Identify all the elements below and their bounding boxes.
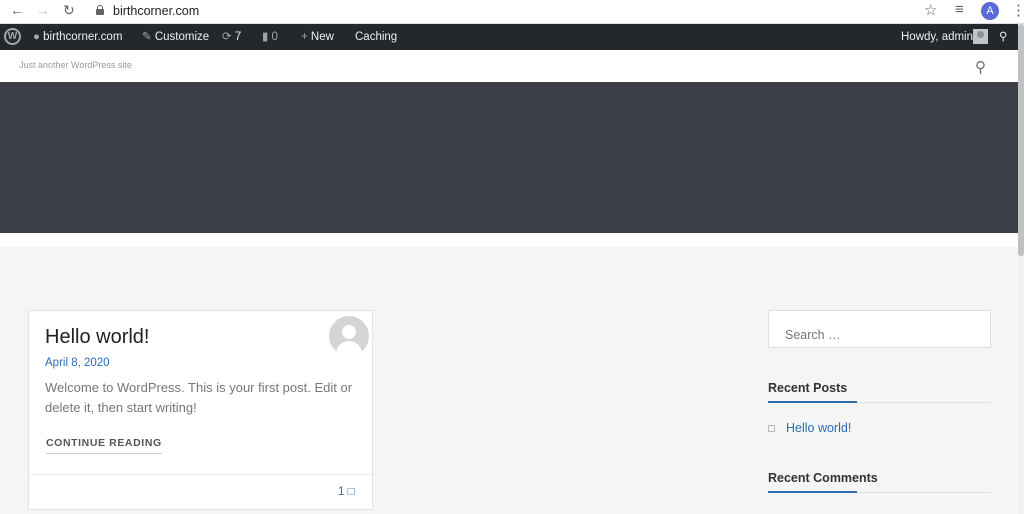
wp-admin-bar: W ● birthcorner.com ✎ Customize ⟳ 7 ▮ 0 … bbox=[0, 24, 1024, 50]
recent-comments-underline bbox=[768, 491, 991, 493]
admin-greeting[interactable]: Howdy, admin bbox=[901, 24, 973, 50]
reload-icon[interactable]: ↻ bbox=[63, 2, 75, 19]
admin-bar-comments[interactable]: ▮ 0 bbox=[262, 24, 278, 50]
scrollbar-thumb[interactable] bbox=[1018, 24, 1024, 256]
address-bar[interactable]: birthcorner.com bbox=[113, 4, 199, 18]
comment-icon: ▮ bbox=[262, 31, 269, 43]
customize-label: Customize bbox=[154, 31, 210, 43]
post-excerpt: Welcome to WordPress. This is your first… bbox=[45, 380, 353, 415]
post-date[interactable]: April 8, 2020 bbox=[45, 357, 110, 369]
updates-count: 7 bbox=[234, 31, 242, 43]
browser-toolbar: ← → ↻ birthcorner.com ☆ ≡ A ⋮ bbox=[0, 0, 1024, 24]
page-scrollbar[interactable] bbox=[1018, 24, 1024, 514]
recent-comments-title: Recent Comments bbox=[768, 471, 878, 485]
bullet-icon bbox=[768, 425, 775, 433]
admin-avatar[interactable] bbox=[973, 29, 988, 44]
back-icon[interactable]: ← bbox=[10, 2, 24, 18]
sidebar-search-input[interactable] bbox=[768, 310, 991, 348]
admin-search-icon[interactable]: ⚲ bbox=[999, 24, 1007, 50]
plus-icon: + bbox=[301, 31, 308, 43]
card-divider bbox=[29, 474, 372, 475]
recent-posts-title: Recent Posts bbox=[768, 381, 848, 395]
search-icon[interactable]: ⚲ bbox=[975, 58, 986, 76]
hero-banner bbox=[0, 82, 1024, 233]
profile-avatar[interactable]: A bbox=[981, 2, 999, 20]
admin-bar-customize[interactable]: ✎ Customize bbox=[142, 24, 209, 50]
recent-post-item[interactable]: Hello world! bbox=[768, 421, 851, 435]
admin-bar-new[interactable]: + New bbox=[301, 24, 334, 50]
wordpress-logo-icon[interactable]: W bbox=[4, 28, 21, 45]
site-header: Just another WordPress site ⚲ bbox=[0, 50, 1024, 82]
lock-icon bbox=[96, 5, 104, 15]
hero-divider bbox=[0, 233, 1020, 247]
site-name: birthcorner.com bbox=[43, 31, 123, 43]
comments-count: 0 bbox=[271, 31, 278, 43]
star-icon[interactable]: ☆ bbox=[924, 1, 937, 19]
media-control-icon[interactable]: ≡ bbox=[955, 1, 964, 18]
recent-posts-underline bbox=[768, 401, 991, 403]
brush-icon: ✎ bbox=[142, 31, 152, 43]
updates-icon: ⟳ bbox=[222, 31, 232, 43]
site-tagline: Just another WordPress site bbox=[19, 60, 132, 70]
dashboard-icon: ● bbox=[33, 31, 40, 43]
admin-bar-caching[interactable]: Caching bbox=[355, 24, 397, 50]
continue-reading-link[interactable]: CONTINUE READING bbox=[46, 437, 162, 454]
recent-post-link[interactable]: Hello world! bbox=[786, 421, 851, 435]
browser-menu-icon[interactable]: ⋮ bbox=[1011, 1, 1024, 19]
post-card: Hello world! April 8, 2020 Welcome to Wo… bbox=[28, 310, 373, 510]
new-label: New bbox=[310, 31, 334, 43]
forward-icon[interactable]: → bbox=[36, 2, 50, 18]
admin-bar-site[interactable]: ● birthcorner.com bbox=[33, 24, 122, 50]
post-comments-link[interactable]: 1 □ bbox=[338, 486, 355, 498]
author-avatar bbox=[329, 316, 369, 356]
post-title[interactable]: Hello world! bbox=[45, 326, 149, 349]
admin-bar-updates[interactable]: ⟳ 7 bbox=[222, 24, 241, 50]
